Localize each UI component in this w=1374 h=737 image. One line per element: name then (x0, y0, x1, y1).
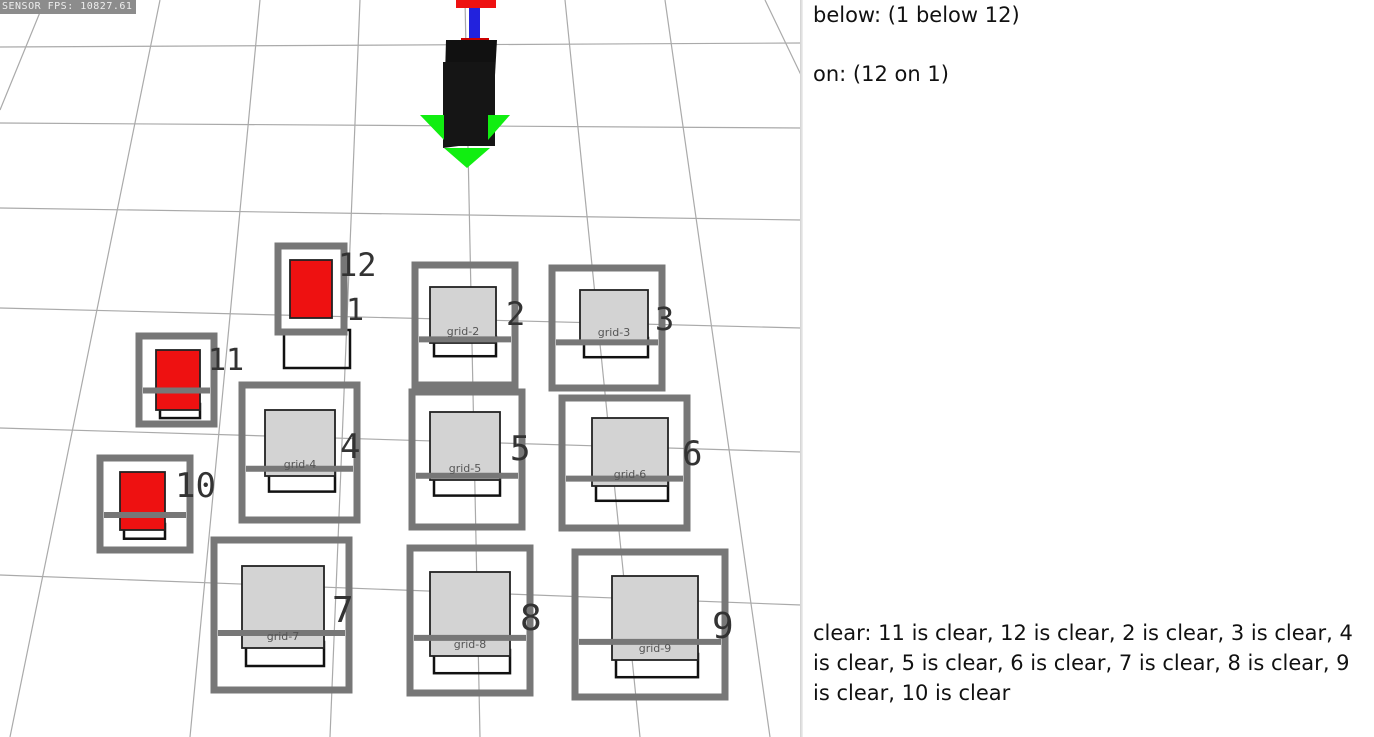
red-block (289, 259, 333, 319)
red-block (119, 471, 166, 531)
grid-name-label: grid-3 (598, 326, 631, 339)
grid-name-label: grid-9 (639, 642, 672, 655)
block-number-label: 7 (332, 590, 354, 631)
predicate-panel: below: (1 below 12) on: (12 on 1) clear:… (803, 0, 1374, 737)
block-number-label: 8 (520, 598, 542, 639)
block-number-label: 10 (175, 466, 216, 506)
clear-predicate: clear: 11 is clear, 12 is clear, 2 is cl… (813, 621, 1353, 705)
scene-canvas: 2 grid-2 3 grid-3 4 grid-4 5 grid-5 6 grid-6 7 grid… (0, 0, 801, 737)
on-predicate: on: (12 on 1) (813, 62, 949, 86)
grid-name-label: grid-6 (614, 468, 647, 481)
base-block-outline (282, 328, 352, 370)
grid-name-label: grid-4 (284, 458, 317, 471)
workspace (135, 332, 218, 428)
block-number-label: 3 (655, 300, 674, 338)
workspace (558, 394, 691, 532)
block-number-label: 6 (682, 434, 702, 474)
block-number-label: 2 (506, 295, 525, 333)
sensor-fps-readout: SENSOR FPS: 10827.61 (0, 0, 137, 14)
red-block (155, 349, 201, 411)
workspace (408, 388, 526, 531)
workspace (571, 548, 729, 701)
grid-name-label: grid-7 (267, 630, 300, 643)
workspace (210, 536, 353, 694)
below-predicate: below: (1 below 12) (813, 3, 1020, 27)
grid-name-label: grid-5 (449, 462, 482, 475)
workspace (406, 544, 534, 697)
block-number-label: 9 (712, 606, 734, 647)
block-number-label: 12 (338, 246, 377, 284)
block-number-label: 5 (510, 429, 530, 469)
grid-name-label: grid-2 (447, 325, 480, 338)
block-number-label: 1 (346, 293, 364, 328)
block-number-label: 4 (340, 427, 360, 467)
grid-name-label: grid-8 (454, 638, 487, 651)
block-number-label: 11 (208, 343, 244, 378)
simulation-viewport[interactable]: 2 grid-2 3 grid-3 4 grid-4 5 grid-5 6 grid-6 7 grid… (0, 0, 801, 737)
